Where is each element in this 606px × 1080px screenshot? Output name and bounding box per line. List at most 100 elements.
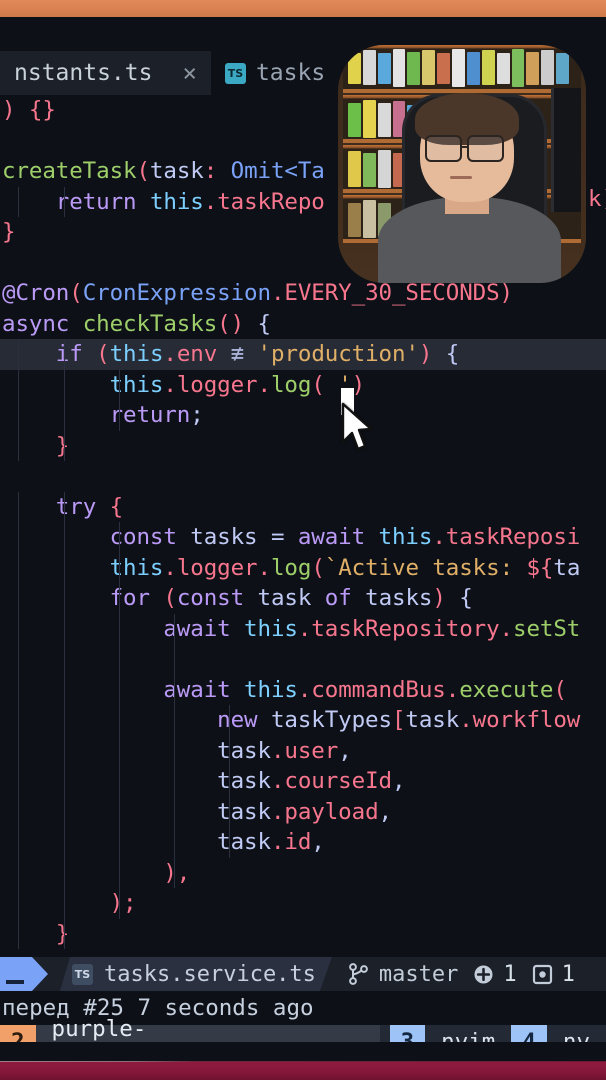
typescript-file-icon: TS (72, 964, 93, 985)
tmux-window-index-4[interactable]: 4 (511, 1025, 547, 1042)
tmux-window-name-3[interactable]: nvim (425, 1025, 512, 1042)
code-line[interactable]: this.logger.log(`Active tasks: ${ta (0, 552, 606, 583)
code-line[interactable]: for (const task of tasks) { (0, 583, 606, 614)
code-line[interactable]: task.id, (0, 827, 606, 858)
indent-guide (119, 613, 120, 644)
indent-guide (119, 888, 120, 919)
indent-guide (64, 735, 65, 766)
overflow-glyph: k) (588, 186, 606, 212)
indent-guide (64, 339, 65, 370)
code-line[interactable]: ); (0, 888, 606, 919)
indent-guide (119, 766, 120, 797)
diff-added-count: 1 (503, 961, 517, 987)
tmux-window-index-3[interactable]: 3 (389, 1025, 426, 1042)
indent-guide (18, 491, 19, 522)
indent-guide (18, 400, 19, 431)
code-line[interactable]: task.courseId, (0, 766, 606, 797)
code-line-text: ) {} (2, 97, 56, 123)
indent-guide (119, 705, 120, 736)
indent-guide (18, 674, 19, 705)
indent-guide (119, 857, 120, 888)
indent-guide (174, 644, 175, 675)
code-line-text: await this.taskRepository.setSt (163, 615, 581, 642)
code-line-text: task.payload, (217, 798, 392, 825)
code-line-text: this.logger.log( ') (109, 371, 366, 398)
code-line[interactable]: new taskTypes[task.workflow (0, 705, 606, 736)
top-accent-band (0, 0, 606, 17)
indent-guide (64, 491, 65, 522)
indent-guide (64, 613, 65, 644)
indent-guide (18, 583, 19, 614)
indent-guide (174, 827, 175, 858)
code-line[interactable]: } (0, 430, 606, 461)
indent-guide (18, 644, 19, 675)
code-line-text: const tasks = await this.taskReposi (109, 524, 581, 550)
code-line-text: task.courseId, (217, 768, 406, 794)
code-line[interactable]: if (this.env ≢ 'production') { (0, 339, 606, 370)
indent-guide (64, 705, 65, 736)
indent-guide (229, 766, 230, 797)
indent-guide (64, 857, 65, 888)
close-icon[interactable]: × (182, 59, 196, 87)
code-line[interactable]: try { (0, 491, 606, 522)
indent-guide (18, 369, 19, 400)
code-line[interactable]: const tasks = await this.taskReposi (0, 522, 606, 553)
indent-guide (64, 583, 65, 614)
indent-guide (64, 766, 65, 797)
indent-guide (119, 735, 120, 766)
diff-modified-count: 1 (561, 961, 575, 987)
indent-guide (64, 674, 65, 705)
code-line-text: async checkTasks() { (2, 310, 271, 337)
indent-guide (229, 735, 230, 766)
code-line[interactable]: task.user, (0, 735, 606, 766)
code-line[interactable]: async checkTasks() { (0, 309, 606, 340)
tab-tasks[interactable]: TS tasks (211, 51, 339, 95)
code-line[interactable]: return; (0, 400, 606, 431)
tmux-window-index-2[interactable]: 2 (0, 1025, 36, 1042)
code-line[interactable]: ), (0, 857, 606, 888)
indent-guide (64, 400, 65, 431)
code-line[interactable]: } (0, 918, 606, 949)
tmux-window-name-2[interactable]: purple-school/automation (35, 1016, 381, 1042)
indent-guide (18, 827, 19, 858)
indent-guide (64, 430, 65, 461)
indent-guide (18, 705, 19, 736)
code-line[interactable] (0, 461, 606, 492)
indent-guide (18, 766, 19, 797)
indent-guide (174, 766, 175, 797)
code-line[interactable] (0, 644, 606, 675)
indent-guide (18, 888, 19, 919)
tab-constants[interactable]: nstants.ts × (0, 51, 211, 95)
indent-guide (174, 674, 175, 705)
indent-guide (18, 857, 19, 888)
indent-guide (174, 613, 175, 644)
code-line-text: return this.taskRepo (55, 188, 325, 215)
indent-guide (119, 522, 120, 553)
person (338, 45, 586, 283)
git-branch-name: master (378, 961, 459, 987)
tab-label: tasks (255, 60, 326, 86)
statusline-file[interactable]: TS tasks.service.ts (60, 957, 332, 991)
indent-guide (18, 186, 19, 217)
indent-guide (174, 857, 175, 888)
code-line[interactable]: await this.commandBus.execute( (0, 674, 606, 705)
indent-guide (18, 735, 19, 766)
code-line[interactable]: task.payload, (0, 796, 606, 827)
tmux-window-name-4[interactable]: nv (546, 1025, 606, 1042)
webcam-overlay (338, 45, 586, 283)
code-line[interactable]: this.logger.log( ') (0, 369, 606, 400)
indent-guide (119, 796, 120, 827)
code-line-text: } (2, 432, 70, 459)
code-line[interactable]: await this.taskRepository.setSt (0, 613, 606, 644)
code-line-text: } (55, 920, 70, 947)
indent-guide (119, 674, 120, 705)
indent-guide (174, 796, 175, 827)
indent-guide (229, 796, 230, 827)
indent-guide (64, 888, 65, 919)
statusline-git: master 1 1 (332, 957, 575, 991)
indent-guide (18, 430, 19, 461)
code-line-text: @Cron(CronExpression.EVERY_30_SECONDS) (2, 280, 513, 306)
code-line-text: task.id, (217, 829, 325, 855)
code-line-text: await this.commandBus.execute( (163, 676, 567, 703)
code-line-text: new taskTypes[task.workflow (217, 707, 581, 733)
